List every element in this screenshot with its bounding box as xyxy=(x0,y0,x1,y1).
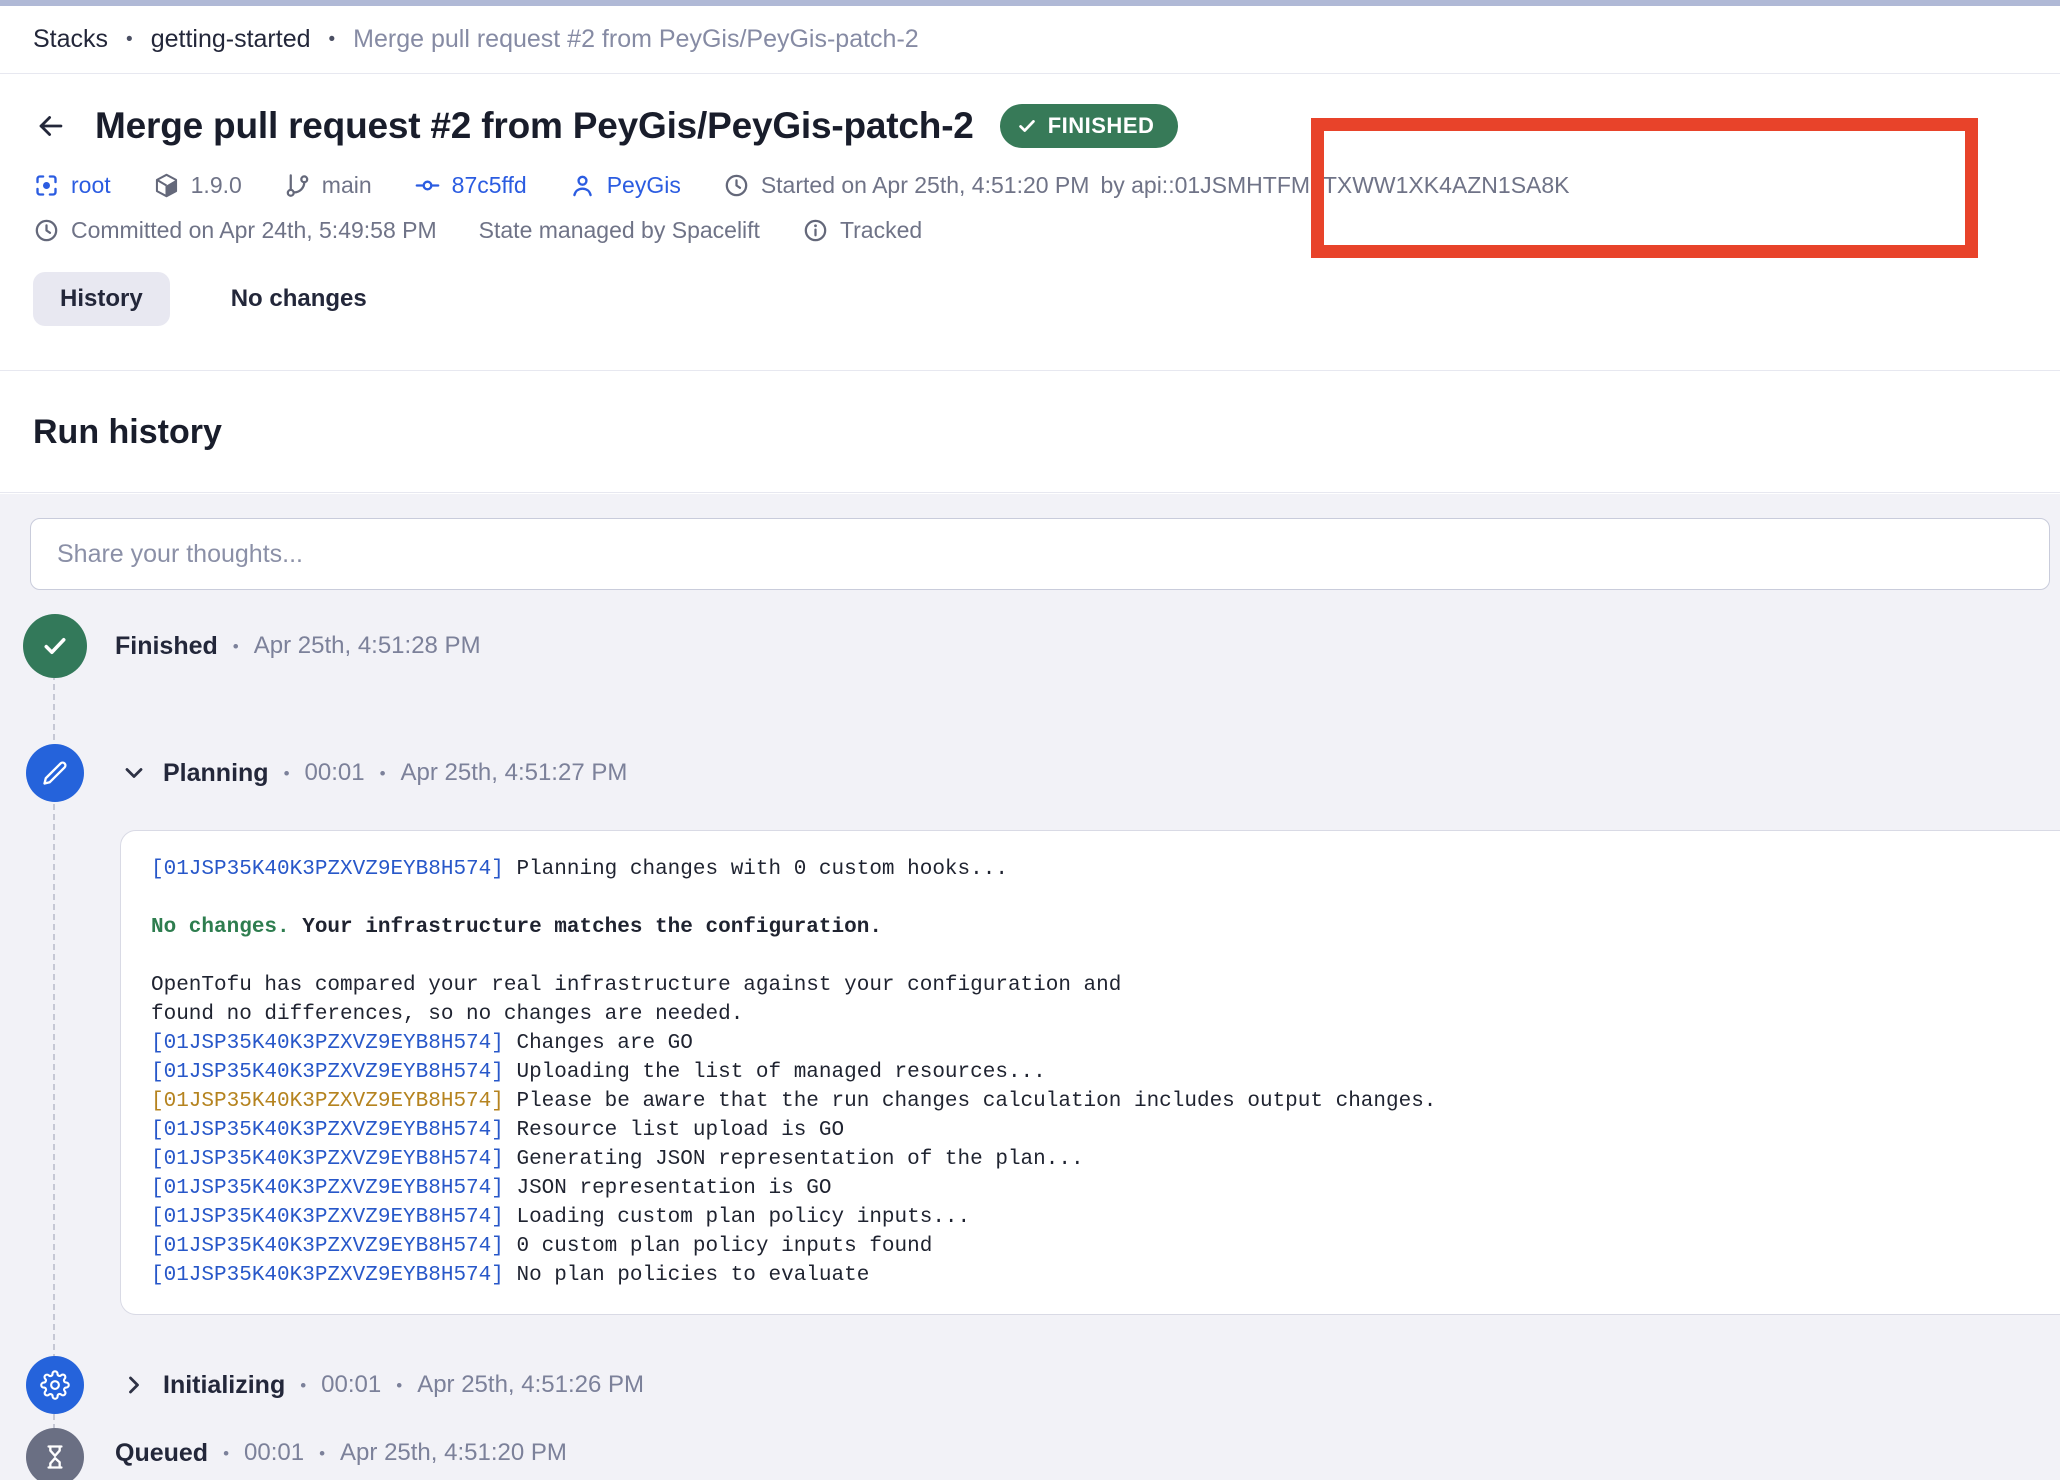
finished-step-icon xyxy=(23,614,87,678)
console-line: [01JSP35K40K3PZXVZ9EYB8H574] Changes are… xyxy=(151,1029,2060,1058)
back-arrow-icon[interactable] xyxy=(33,108,69,144)
comment-input[interactable] xyxy=(30,518,2050,590)
git-branch-icon xyxy=(284,172,311,199)
console-line: [01JSP35K40K3PZXVZ9EYB8H574] Uploading t… xyxy=(151,1058,2060,1087)
commit-sha: 87c5ffd xyxy=(452,172,527,199)
started-label: Started on Apr 25th, 4:51:20 PM xyxy=(761,172,1090,199)
queued-step-row: Queued • 00:01 • Apr 25th, 4:51:20 PM xyxy=(115,1435,567,1471)
user-icon xyxy=(569,172,596,199)
version-item: 1.9.0 xyxy=(153,172,242,199)
run-tabs: History No changes xyxy=(33,272,2027,326)
console-line: [01JSP35K40K3PZXVZ9EYB8H574] No plan pol… xyxy=(151,1261,2060,1290)
info-icon xyxy=(802,217,829,244)
breadcrumb-stacks[interactable]: Stacks xyxy=(33,25,108,54)
planning-label: Planning xyxy=(163,759,269,788)
initializing-duration: 00:01 xyxy=(321,1371,381,1399)
planning-step-icon xyxy=(26,744,84,802)
console-line xyxy=(151,884,2060,913)
git-commit-icon xyxy=(414,172,441,199)
breadcrumb-run-title: Merge pull request #2 from PeyGis/PeyGis… xyxy=(353,25,919,54)
tracked-label: Tracked xyxy=(840,217,922,244)
breadcrumb-separator: • xyxy=(126,30,133,49)
breadcrumb: Stacks • getting-started • Merge pull re… xyxy=(0,6,2060,74)
console-line: [01JSP35K40K3PZXVZ9EYB8H574] Loading cus… xyxy=(151,1203,2060,1232)
run-header: Merge pull request #2 from PeyGis/PeyGis… xyxy=(0,74,2060,371)
console-line: [01JSP35K40K3PZXVZ9EYB8H574] Please be a… xyxy=(151,1087,2060,1116)
branch-label: main xyxy=(322,172,372,199)
space-link[interactable]: root xyxy=(33,172,111,199)
console-line: No changes. Your infrastructure matches … xyxy=(151,913,2060,942)
cube-icon xyxy=(153,172,180,199)
started-item: Started on Apr 25th, 4:51:20 PM by api::… xyxy=(723,172,1570,199)
breadcrumb-separator: • xyxy=(329,30,336,49)
state-managed-item: State managed by Spacelift xyxy=(479,217,760,244)
version-label: 1.9.0 xyxy=(191,172,242,199)
committed-item: Committed on Apr 24th, 5:49:58 PM xyxy=(33,217,437,244)
console-line: OpenTofu has compared your real infrastr… xyxy=(151,971,2060,1000)
breadcrumb-stack-name[interactable]: getting-started xyxy=(151,25,311,54)
dot-separator: • xyxy=(300,1377,306,1394)
run-meta-row-1: root 1.9.0 main 87c5ffd PeyGis Started o… xyxy=(33,172,2027,199)
dot-separator: • xyxy=(233,638,239,655)
triggered-by-label: by api::01JSMHTFM9TXWW1XK4AZN1SA8K xyxy=(1100,172,1569,199)
committed-label: Committed on Apr 24th, 5:49:58 PM xyxy=(71,217,437,244)
console-log[interactable]: [01JSP35K40K3PZXVZ9EYB8H574] Planning ch… xyxy=(120,830,2060,1315)
console-line xyxy=(151,942,2060,971)
console-line: [01JSP35K40K3PZXVZ9EYB8H574] Resource li… xyxy=(151,1116,2060,1145)
clock-icon xyxy=(33,217,60,244)
dot-separator: • xyxy=(396,1377,402,1394)
finished-label: Finished xyxy=(115,632,218,661)
planning-step-row[interactable]: Planning • 00:01 • Apr 25th, 4:51:27 PM xyxy=(120,755,627,791)
chevron-right-icon xyxy=(120,1371,148,1399)
tab-no-changes[interactable]: No changes xyxy=(204,272,394,326)
console-line: found no differences, so no changes are … xyxy=(151,1000,2060,1029)
dot-separator: • xyxy=(380,765,386,782)
console-line: [01JSP35K40K3PZXVZ9EYB8H574] Generating … xyxy=(151,1145,2060,1174)
run-history-title: Run history xyxy=(33,413,222,452)
initializing-step-icon xyxy=(26,1356,84,1414)
initializing-label: Initializing xyxy=(163,1371,285,1400)
check-icon xyxy=(1016,115,1038,137)
status-badge: FINISHED xyxy=(1000,104,1179,148)
dot-separator: • xyxy=(223,1445,229,1462)
run-history-band: Run history xyxy=(0,372,2060,493)
queued-time: Apr 25th, 4:51:20 PM xyxy=(340,1439,567,1467)
page-title: Merge pull request #2 from PeyGis/PeyGis… xyxy=(95,105,974,147)
clock-icon xyxy=(723,172,750,199)
planning-time: Apr 25th, 4:51:27 PM xyxy=(401,759,628,787)
queued-label: Queued xyxy=(115,1439,208,1468)
pencil-icon xyxy=(41,759,69,787)
committer-link[interactable]: PeyGis xyxy=(569,172,681,199)
finished-time: Apr 25th, 4:51:28 PM xyxy=(254,632,481,660)
dot-separator: • xyxy=(319,1445,325,1462)
finished-step-row: Finished • Apr 25th, 4:51:28 PM xyxy=(115,628,481,664)
space-name: root xyxy=(71,172,111,199)
tracked-item: Tracked xyxy=(802,217,922,244)
branch-item: main xyxy=(284,172,372,199)
gear-icon xyxy=(40,1370,70,1400)
run-history-section: Finished • Apr 25th, 4:51:28 PM Planning… xyxy=(0,494,2060,1480)
queued-duration: 00:01 xyxy=(244,1439,304,1467)
console-line: [01JSP35K40K3PZXVZ9EYB8H574] Planning ch… xyxy=(151,855,2060,884)
queued-step-icon xyxy=(26,1428,84,1480)
commit-link[interactable]: 87c5ffd xyxy=(414,172,527,199)
tab-history[interactable]: History xyxy=(33,272,170,326)
status-badge-label: FINISHED xyxy=(1048,113,1155,139)
console-line: [01JSP35K40K3PZXVZ9EYB8H574] 0 custom pl… xyxy=(151,1232,2060,1261)
initializing-time: Apr 25th, 4:51:26 PM xyxy=(417,1371,644,1399)
hourglass-icon xyxy=(41,1443,69,1471)
state-managed-label: State managed by Spacelift xyxy=(479,217,760,244)
run-meta-row-2: Committed on Apr 24th, 5:49:58 PM State … xyxy=(33,217,2027,244)
dot-separator: • xyxy=(284,765,290,782)
chevron-down-icon xyxy=(120,759,148,787)
check-icon xyxy=(40,631,70,661)
initializing-step-row[interactable]: Initializing • 00:01 • Apr 25th, 4:51:26… xyxy=(120,1367,644,1403)
console-line: [01JSP35K40K3PZXVZ9EYB8H574] JSON repres… xyxy=(151,1174,2060,1203)
planning-duration: 00:01 xyxy=(305,759,365,787)
space-scan-icon xyxy=(33,172,60,199)
committer-name: PeyGis xyxy=(607,172,681,199)
